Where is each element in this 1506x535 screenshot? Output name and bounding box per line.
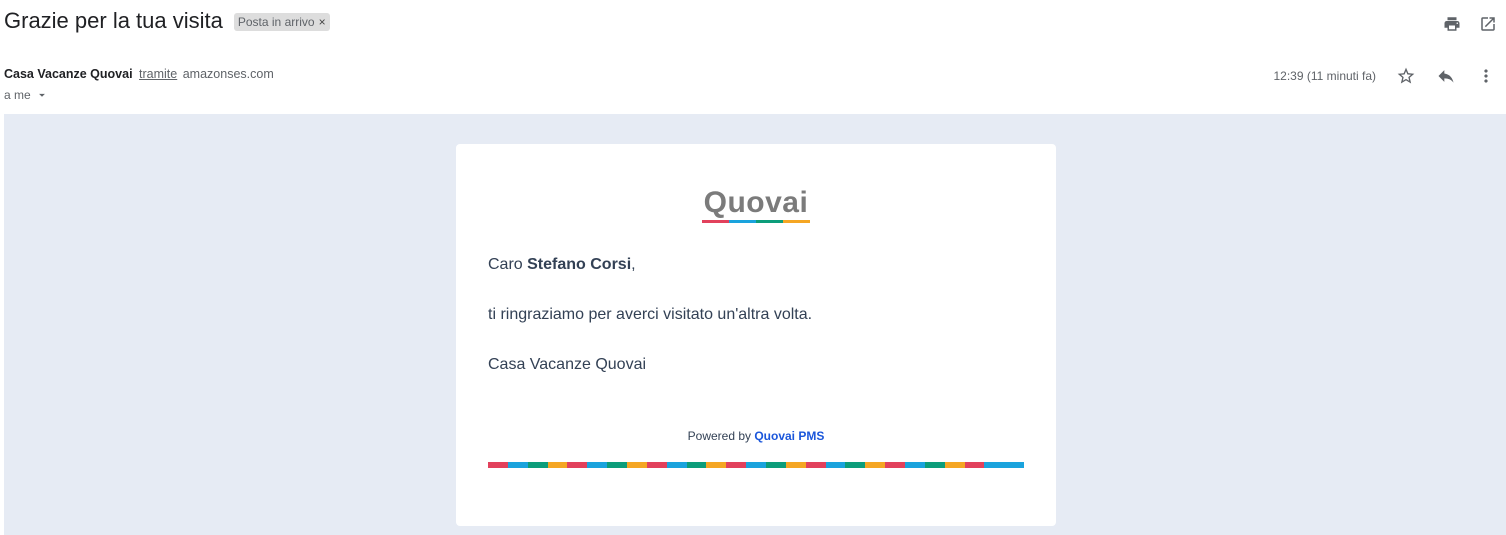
via-link[interactable]: tramite	[139, 67, 177, 81]
stripe-segment	[507, 462, 528, 468]
stripe-segment	[766, 462, 786, 468]
color-stripe	[488, 462, 1025, 468]
stripe-segment	[865, 462, 886, 468]
star-icon[interactable]	[1386, 64, 1426, 88]
stripe-segment	[547, 462, 568, 468]
stripe-segment	[1004, 462, 1025, 468]
stripe-segment	[488, 462, 508, 468]
message-meta: 12:39 (11 minuti fa)	[1274, 64, 1506, 88]
stripe-segment	[845, 462, 866, 468]
subject-row: Grazie per la tua visita Posta in arrivo…	[4, 8, 330, 34]
stripe-segment	[527, 462, 548, 468]
stripe-segment	[686, 462, 707, 468]
stripe-segment	[567, 462, 588, 468]
stripe-segment	[905, 462, 925, 468]
powered-by: Powered by Quovai PMS	[456, 429, 1056, 443]
stripe-segment	[984, 462, 1005, 468]
top-actions	[1434, 12, 1506, 36]
greeting-suffix: ,	[631, 256, 636, 273]
remove-label-icon[interactable]: ×	[319, 15, 326, 29]
stripe-segment	[885, 462, 906, 468]
label-chip-inbox[interactable]: Posta in arrivo ×	[233, 13, 330, 31]
email-body: Quovai Caro Stefano Corsi, ti ringraziam…	[4, 114, 1506, 535]
open-in-new-window-icon[interactable]	[1470, 12, 1506, 36]
chevron-down-icon[interactable]	[35, 88, 49, 102]
stripe-segment	[627, 462, 647, 468]
stripe-segment	[587, 462, 608, 468]
stripe-segment	[924, 462, 945, 468]
stripe-segment	[646, 462, 667, 468]
print-icon[interactable]	[1434, 12, 1470, 36]
stripe-segment	[964, 462, 985, 468]
body-text: ti ringraziamo per averci visitato un'al…	[488, 306, 813, 323]
powered-by-prefix: Powered by	[687, 429, 755, 443]
message-timestamp: 12:39 (11 minuti fa)	[1273, 69, 1377, 83]
sender-name[interactable]: Casa Vacanze Quovai	[4, 67, 133, 81]
stripe-segment	[805, 462, 826, 468]
email-subject: Grazie per la tua visita	[4, 8, 223, 33]
recipient-row[interactable]: a me	[4, 88, 49, 102]
recipient-name: Stefano Corsi	[527, 256, 632, 273]
powered-by-link[interactable]: Quovai PMS	[754, 429, 824, 443]
greeting-prefix: Caro	[488, 256, 528, 273]
stripe-segment	[706, 462, 727, 468]
signature: Casa Vacanze Quovai	[488, 356, 647, 373]
stripe-segment	[785, 462, 806, 468]
stripe-segment	[825, 462, 846, 468]
recipient-label: a me	[4, 88, 31, 102]
stripe-segment	[726, 462, 747, 468]
stripe-segment	[746, 462, 767, 468]
greeting: Caro Stefano Corsi,	[488, 256, 636, 274]
sender-row: Casa Vacanze Quovai tramite amazonses.co…	[4, 67, 274, 81]
quovai-logo: Quovai	[456, 186, 1056, 223]
reply-icon[interactable]	[1426, 64, 1466, 88]
stripe-segment	[944, 462, 965, 468]
label-chip-text: Posta in arrivo	[237, 15, 315, 29]
sender-domain: amazonses.com	[182, 67, 274, 81]
more-options-icon[interactable]	[1466, 64, 1506, 88]
email-card: Quovai Caro Stefano Corsi, ti ringraziam…	[456, 144, 1056, 526]
logo-text: Quovai	[703, 186, 809, 219]
stripe-segment	[607, 462, 628, 468]
stripe-segment	[666, 462, 687, 468]
